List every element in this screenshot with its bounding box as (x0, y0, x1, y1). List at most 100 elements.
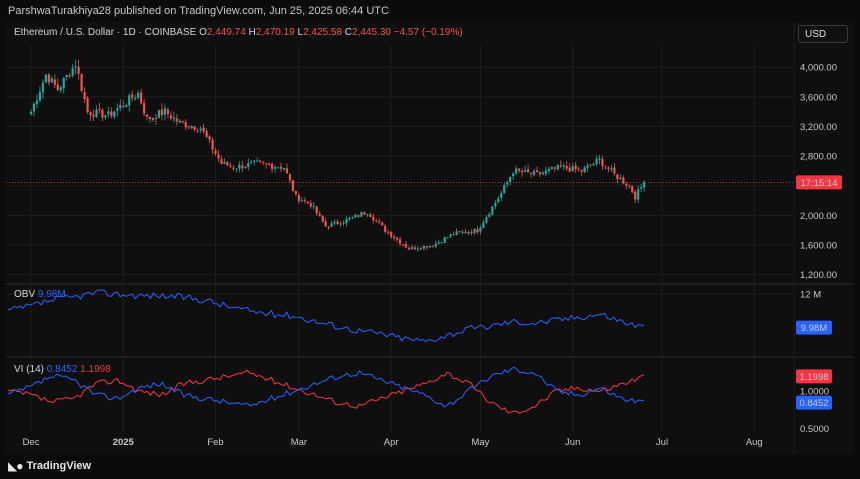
tradingview-footer[interactable]: ◣● TradingView (8, 458, 91, 474)
change-value: −4.57 (−0.19%) (393, 27, 463, 38)
candle-body (565, 165, 568, 169)
candle-body (342, 222, 345, 224)
candle-body (521, 170, 524, 173)
obv-badge-label: 9.98M (801, 323, 827, 334)
candle-body (44, 74, 47, 83)
candle-body (134, 97, 137, 100)
candle-body (479, 227, 482, 232)
candle-body (83, 91, 86, 100)
candle-body (503, 185, 506, 194)
candle-body (38, 91, 42, 101)
candle-body (101, 110, 104, 118)
candle-body (291, 180, 295, 191)
candle-body (634, 191, 637, 200)
candle-body (401, 244, 405, 246)
candle-body (53, 79, 56, 85)
candle-body (110, 111, 113, 116)
candle-body (145, 114, 149, 117)
candle-body (300, 200, 303, 202)
candle-body (241, 165, 244, 169)
candle-body (309, 203, 312, 207)
candle-body (288, 174, 292, 181)
candle-body (193, 126, 196, 130)
candle-body (238, 164, 241, 169)
candle-body (449, 234, 452, 237)
vi-label: VI (14) (14, 364, 45, 375)
candle-body (494, 202, 497, 207)
candle-body (381, 222, 384, 226)
candle-body (497, 198, 500, 203)
candle-body (29, 111, 33, 115)
candle-body (491, 206, 494, 215)
candle-body (187, 126, 190, 128)
candle-body (169, 115, 172, 119)
candle-body (443, 237, 446, 243)
candle-body (137, 92, 140, 98)
candle-body (461, 231, 464, 233)
x-tick-label: Jun (565, 437, 580, 448)
candle-body (336, 221, 339, 224)
candle-body (637, 189, 640, 200)
candle-body (571, 166, 574, 172)
candle-body (196, 130, 199, 132)
candle-body (223, 162, 226, 165)
x-tick-label: Jul (656, 437, 668, 448)
x-tick-label: May (471, 437, 489, 448)
y-tick-label: 2,000.00 (800, 211, 837, 222)
candle-body (333, 221, 336, 224)
obv-value: 9.98M (37, 289, 66, 300)
vi-minus-line (7, 369, 645, 414)
candle-body (181, 121, 184, 123)
candle-body (131, 94, 134, 99)
candle-body (113, 111, 116, 117)
candle-body (321, 215, 324, 222)
candle-body (229, 165, 232, 167)
symbol-title: Ethereum / U.S. Dollar · 1D · COINBASE (14, 27, 197, 38)
candle-body (625, 183, 628, 186)
candle-body (485, 217, 488, 223)
candle-body (250, 161, 253, 163)
candle-body (163, 108, 167, 115)
candle-body (538, 172, 542, 175)
candle-body (354, 214, 357, 218)
candle-body (98, 108, 101, 110)
candle-body (541, 172, 545, 175)
candle-body (154, 118, 158, 120)
candle-body (589, 164, 592, 166)
chart-svg[interactable]: Dec 2025 Feb Mar Apr May Jun Jul Aug 4,000.00 3,60… (0, 0, 860, 479)
candle-body (273, 167, 277, 169)
candle-body (610, 168, 613, 170)
candle-body (217, 154, 220, 159)
candle-body (500, 192, 503, 198)
candle-body (86, 97, 89, 112)
candle-body (89, 112, 92, 116)
candle-body (122, 105, 125, 107)
candle-body (279, 166, 283, 169)
currency-selector[interactable]: USD (798, 25, 848, 43)
candle-body (413, 247, 417, 250)
candle-body (68, 75, 71, 77)
candle-body (151, 117, 155, 121)
candle-body (553, 167, 556, 169)
candle-body (372, 216, 375, 221)
candle-body (104, 115, 107, 118)
candle-body (47, 74, 50, 83)
candle-body (470, 231, 473, 234)
x-tick-label: Apr (384, 437, 399, 448)
x-tick-label: Mar (291, 437, 307, 448)
candle-body (77, 66, 80, 74)
candle-body (404, 244, 408, 248)
candle-body (529, 172, 533, 174)
candle-body (393, 236, 396, 239)
candle-body (586, 165, 589, 168)
y-tick-label: 2,800.00 (800, 152, 837, 163)
candle-body (592, 163, 595, 166)
candle-body (604, 165, 607, 167)
candle-body (175, 118, 178, 122)
candle-body (532, 171, 536, 175)
candle-body (297, 194, 300, 202)
candle-body (395, 237, 399, 240)
candle-body (568, 167, 571, 172)
candle-body (80, 74, 83, 91)
candle-body (613, 167, 616, 174)
